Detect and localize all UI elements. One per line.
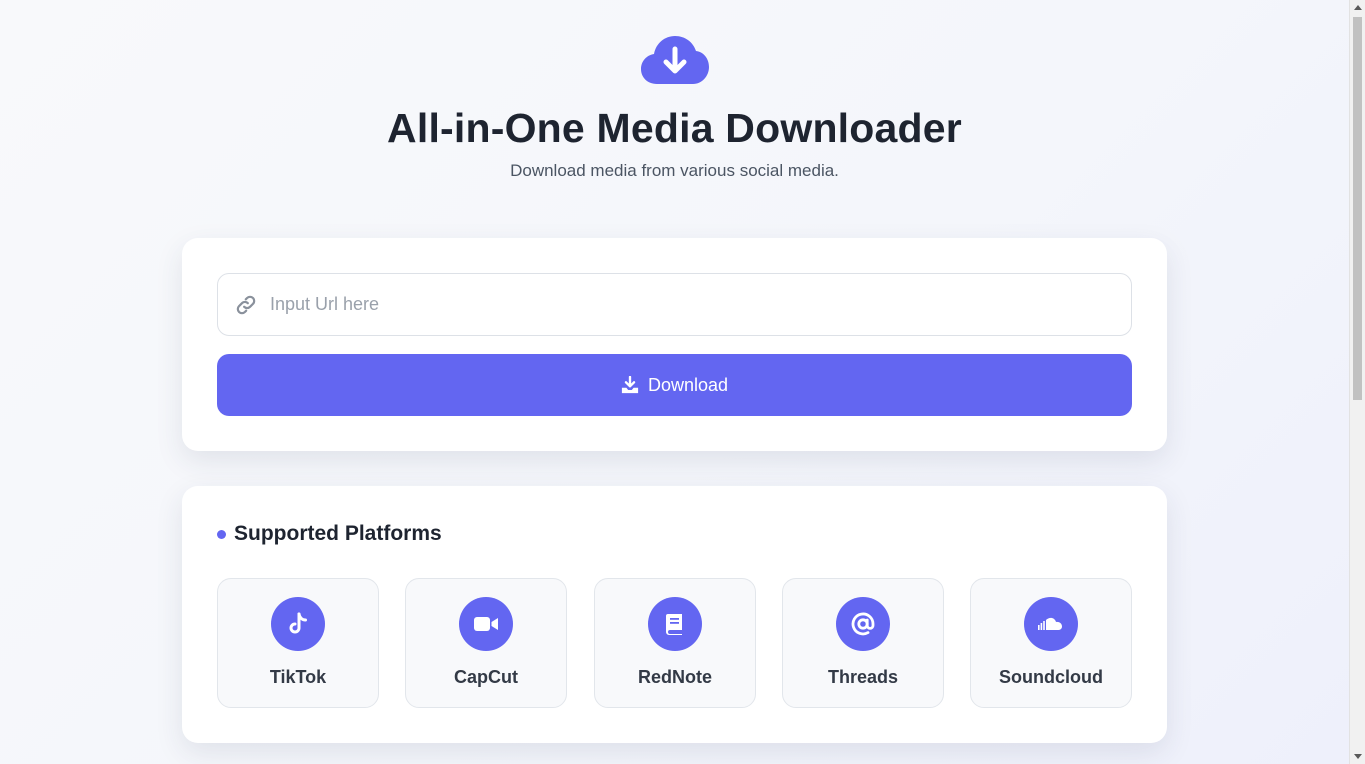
download-button-label: Download [647, 374, 729, 395]
platform-name: Threads [827, 667, 899, 687]
platform-tile-capcut[interactable]: CapCut [405, 578, 567, 708]
platform-name: TikTok [269, 667, 327, 687]
download-card: Download [182, 238, 1167, 451]
platform-tile-soundcloud[interactable]: Soundcloud [970, 578, 1132, 708]
page-title: All-in-One Media Downloader [387, 105, 962, 151]
platform-name: RedNote [637, 667, 712, 687]
platform-grid: TikTok CapCut RedNote Threads Soundcloud [217, 578, 1132, 708]
video-camera-icon [459, 597, 513, 651]
platform-name: Soundcloud [999, 667, 1103, 687]
url-input[interactable] [270, 274, 1120, 335]
cloud-download-icon [641, 36, 709, 84]
at-sign-icon [836, 597, 890, 651]
section-title: Supported Platforms [234, 522, 442, 545]
soundcloud-icon [1024, 597, 1078, 651]
platform-tile-threads[interactable]: Threads [782, 578, 944, 708]
link-icon [236, 295, 256, 315]
scroll-up-arrow-icon[interactable] [1354, 5, 1362, 10]
scroll-down-arrow-icon[interactable] [1354, 754, 1362, 759]
tiktok-icon [271, 597, 325, 651]
page-subtitle: Download media from various social media… [510, 161, 839, 180]
page-scrollbar[interactable] [1349, 0, 1365, 764]
download-icon [621, 376, 639, 394]
section-heading: Supported Platforms [217, 522, 442, 546]
page: All-in-One Media Downloader Download med… [0, 0, 1349, 764]
download-button[interactable]: Download [217, 354, 1132, 416]
platform-tile-tiktok[interactable]: TikTok [217, 578, 379, 708]
platform-tile-rednote[interactable]: RedNote [594, 578, 756, 708]
platforms-card: Supported Platforms TikTok CapCut RedNot… [182, 486, 1167, 743]
book-icon [648, 597, 702, 651]
scrollbar-thumb[interactable] [1353, 17, 1362, 400]
platform-name: CapCut [454, 667, 518, 687]
url-field[interactable] [217, 273, 1132, 336]
bullet-dot [217, 529, 226, 539]
